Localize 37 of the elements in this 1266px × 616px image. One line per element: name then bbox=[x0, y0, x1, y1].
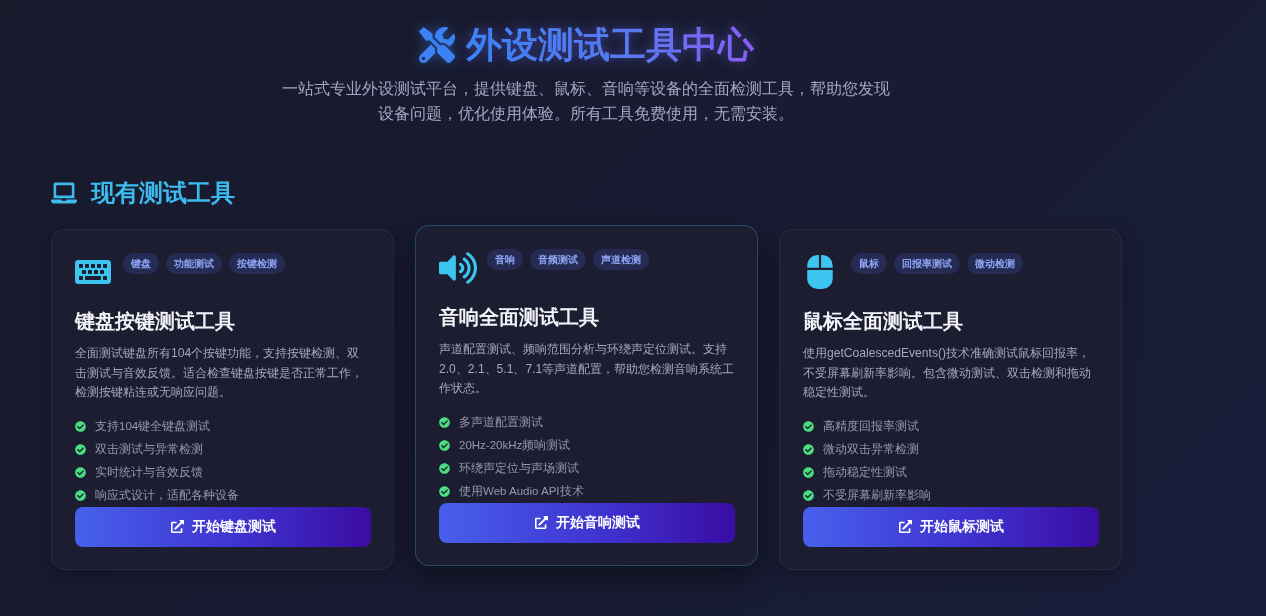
start-test-button[interactable]: 开始音响测试 bbox=[439, 502, 735, 543]
feature-text: 拖动稳定性测试 bbox=[823, 464, 907, 480]
card-title: 鼠标全面测试工具 bbox=[803, 309, 964, 334]
laptop-icon bbox=[51, 180, 77, 206]
card-title: 音响全面测试工具 bbox=[439, 305, 600, 330]
tag: 键盘 bbox=[123, 253, 159, 274]
feature-text: 双击测试与异常检测 bbox=[95, 441, 203, 457]
feature-text: 支持104键全键盘测试 bbox=[95, 418, 211, 434]
external-link-icon bbox=[898, 520, 912, 533]
feature-text: 20Hz-20kHz频响测试 bbox=[459, 437, 571, 453]
external-link-icon bbox=[170, 520, 184, 533]
card-description: 全面测试键盘所有104个按键功能，支持按键检测、双击测试与音效反馈。适合检查键盘按键是否正常工作，检测按键粘连或无响应问题。 bbox=[75, 345, 364, 401]
tools-icon bbox=[418, 27, 455, 63]
feature-text: 高精度回报率测试 bbox=[823, 418, 919, 434]
external-link-icon bbox=[534, 516, 548, 529]
tag: 声道检测 bbox=[593, 249, 649, 270]
feature-text: 实时统计与音效反馈 bbox=[95, 464, 203, 480]
tag: 鼠标 bbox=[851, 253, 887, 274]
card-description: 声道配置测试、频响范围分析与环绕声定位测试。支持2.0、2.1、5.1、7.1等声道配置，帮助您检测音响系统工作状态。 bbox=[439, 341, 735, 397]
feature-text: 环绕声定位与声场测试 bbox=[459, 460, 579, 476]
feature-text: 使用Web Audio API技术 bbox=[459, 483, 584, 499]
page-subtitle: 一站式专业外设测试平台，提供键盘、鼠标、音响等设备的全面检测工具，帮助您发现设备问题，优化使用体验。所有工具免费使用，无需安装。 bbox=[281, 79, 891, 124]
section-title: 现有测试工具 bbox=[91, 178, 235, 208]
tag: 音响 bbox=[487, 249, 523, 270]
start-test-button[interactable]: 开始鼠标测试 bbox=[803, 506, 1099, 547]
tag: 功能测试 bbox=[166, 253, 222, 274]
tag: 回报率测试 bbox=[894, 253, 960, 274]
tag: 按键检测 bbox=[229, 253, 285, 274]
start-test-button[interactable]: 开始键盘测试 bbox=[75, 506, 371, 547]
feature-text: 响应式设计，适配各种设备 bbox=[95, 487, 239, 503]
card-description: 使用getCoalescedEvents()技术准确测试鼠标回报率，不受屏幕刷新率影响。包含微动测试、双击检测和拖动稳定性测试。 bbox=[803, 345, 1092, 401]
feature-text: 微动双击异常检测 bbox=[823, 441, 919, 457]
tag: 微动检测 bbox=[967, 253, 1023, 274]
tag: 音频测试 bbox=[530, 249, 586, 270]
card-title: 键盘按键测试工具 bbox=[75, 309, 236, 334]
feature-text: 不受屏幕刷新率影响 bbox=[823, 487, 931, 503]
feature-text: 多声道配置测试 bbox=[459, 414, 543, 430]
